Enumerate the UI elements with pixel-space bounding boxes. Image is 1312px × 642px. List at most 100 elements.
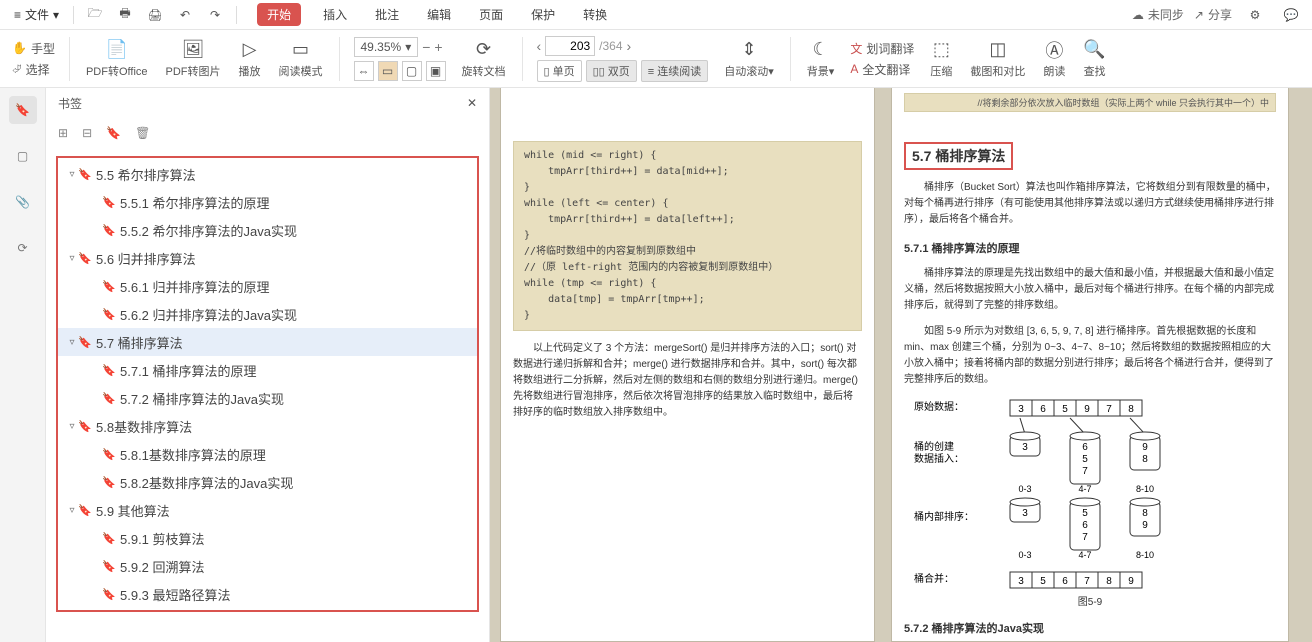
bookmark-title: 书签 bbox=[58, 95, 82, 112]
bookmark-item[interactable]: 🔖5.6.1 归并排序算法的原理 bbox=[58, 272, 477, 300]
tab-保护[interactable]: 保护 bbox=[525, 2, 561, 27]
toggle-icon[interactable]: ▿ bbox=[66, 253, 78, 264]
tab-编辑[interactable]: 编辑 bbox=[421, 2, 457, 27]
bookmark-icon: 🔖 bbox=[102, 196, 116, 209]
undo-icon[interactable]: ↶ bbox=[172, 2, 198, 28]
bookmark-label: 5.6.2 归并排序算法的Java实现 bbox=[120, 305, 297, 324]
compress[interactable]: ⬚压缩 bbox=[924, 31, 958, 87]
separator bbox=[339, 37, 340, 81]
fit-page[interactable]: ▭ bbox=[378, 61, 398, 81]
sync-status[interactable]: ☁未同步 bbox=[1132, 6, 1184, 23]
svg-text:数据插入：: 数据插入： bbox=[914, 452, 964, 465]
pdf-office-label: PDF转Office bbox=[86, 63, 148, 79]
thumbnail-tab-icon[interactable]: ▢ bbox=[9, 142, 37, 170]
file-menu[interactable]: ≡ 文件 ▾ bbox=[8, 4, 65, 25]
collapse-all-icon[interactable]: ⊟ bbox=[82, 126, 92, 140]
screenshot-compare[interactable]: ◫截图和对比 bbox=[964, 31, 1031, 87]
tab-批注[interactable]: 批注 bbox=[369, 2, 405, 27]
read-aloud[interactable]: Ⓐ朗读 bbox=[1037, 31, 1071, 87]
attachment-tab-icon[interactable]: 📎 bbox=[9, 188, 37, 216]
pdf-to-office[interactable]: 📄 PDF转Office bbox=[80, 31, 154, 87]
toggle-icon[interactable]: ▿ bbox=[66, 421, 78, 432]
bookmark-label: 5.7.1 桶排序算法的原理 bbox=[120, 361, 257, 380]
hand-tool[interactable]: ✋手型 bbox=[12, 40, 55, 57]
select-label: 选择 bbox=[26, 61, 50, 78]
read-mode[interactable]: ▭阅读模式 bbox=[273, 31, 329, 87]
figure: 原始数据：365978桶的创建数据插入：3657980-34-78-10桶内部排… bbox=[904, 396, 1276, 591]
bookmark-item[interactable]: 🔖5.8.2基数排序算法的Java实现 bbox=[58, 468, 477, 496]
background-label: 背景 bbox=[807, 66, 829, 78]
select-tool[interactable]: ⮰选择 bbox=[12, 61, 55, 78]
toggle-icon[interactable]: ▿ bbox=[66, 169, 78, 180]
prev-page-icon[interactable]: ‹ bbox=[537, 38, 542, 54]
single-page[interactable]: ▯ 单页 bbox=[537, 60, 582, 82]
save-icon[interactable]: 🖶 bbox=[112, 2, 138, 28]
page-nav: ‹ /364 › ▯ 单页 ▯▯ 双页 ≡ 连续阅读 bbox=[533, 36, 713, 82]
background[interactable]: ☾背景▾ bbox=[801, 31, 841, 87]
bookmark-item[interactable]: 🔖5.7.2 桶排序算法的Java实现 bbox=[58, 384, 477, 412]
bookmark-icon: 🔖 bbox=[102, 560, 116, 573]
tab-开始[interactable]: 开始 bbox=[257, 3, 301, 26]
bookmark-item[interactable]: 🔖 5.5.1 希尔排序算法的原理 bbox=[58, 188, 477, 216]
zoom-select[interactable]: 49.35%▾ bbox=[354, 37, 419, 57]
svg-text:9: 9 bbox=[1142, 520, 1148, 531]
cloud-tab-icon[interactable]: ⟳ bbox=[9, 234, 37, 262]
bookmark-item[interactable]: 🔖5.5.2 希尔排序算法的Java实现 bbox=[58, 216, 477, 244]
auto-scroll[interactable]: ⇕自动滚动▾ bbox=[718, 31, 780, 87]
toggle-icon[interactable]: ▿ bbox=[66, 337, 78, 348]
page-input[interactable] bbox=[545, 36, 595, 56]
document-area[interactable]: while (mid <= right) { tmpArr[third++] =… bbox=[490, 88, 1312, 642]
bookmark-item[interactable]: ▿🔖5.9 其他算法 bbox=[58, 496, 477, 524]
selection-tools: ✋手型 ⮰选择 bbox=[8, 40, 59, 78]
settings-icon[interactable]: ⚙ bbox=[1242, 2, 1268, 28]
svg-text:5: 5 bbox=[1082, 508, 1088, 519]
bookmark-item[interactable]: 🔖5.9.1 剪枝算法 bbox=[58, 524, 477, 552]
add-bookmark-icon[interactable]: 🔖 bbox=[106, 126, 121, 140]
separator bbox=[790, 37, 791, 81]
bookmark-label: 5.5 希尔排序算法 bbox=[96, 165, 196, 184]
tab-转换[interactable]: 转换 bbox=[577, 2, 613, 27]
bookmark-label: 5.5.2 希尔排序算法的Java实现 bbox=[120, 221, 297, 240]
rotate-icon: ⟳ bbox=[476, 39, 491, 61]
remove-bookmark-icon[interactable]: 🗑 bbox=[135, 126, 150, 140]
svg-text:3: 3 bbox=[1022, 508, 1028, 519]
rotate-doc[interactable]: ⟳旋转文档 bbox=[456, 31, 512, 87]
figure-label: 图5-9 bbox=[904, 593, 1276, 608]
bookmark-item[interactable]: 🔖5.8.1基数排序算法的原理 bbox=[58, 440, 477, 468]
find[interactable]: 🔍查找 bbox=[1077, 31, 1111, 87]
play-icon: ▷ bbox=[243, 39, 257, 61]
word-translate[interactable]: 文划词翻译 bbox=[850, 40, 914, 57]
print-icon[interactable]: 🖨 bbox=[142, 2, 168, 28]
share-button[interactable]: ↗分享 bbox=[1194, 6, 1232, 23]
tab-页面[interactable]: 页面 bbox=[473, 2, 509, 27]
chat-icon[interactable]: 💬 bbox=[1278, 2, 1304, 28]
pdf-to-image[interactable]: 🖼PDF转图片 bbox=[160, 31, 227, 87]
expand-all-icon[interactable]: ⊞ bbox=[58, 126, 68, 140]
actual-size[interactable]: ▢ bbox=[402, 61, 422, 81]
bookmark-item[interactable]: ▿🔖5.6 归并排序算法 bbox=[58, 244, 477, 272]
bookmark-item[interactable]: 🔖5.7.1 桶排序算法的原理 bbox=[58, 356, 477, 384]
redo-icon[interactable]: ↷ bbox=[202, 2, 228, 28]
toggle-icon[interactable]: ▿ bbox=[66, 505, 78, 516]
fit-visible[interactable]: ▣ bbox=[426, 61, 446, 81]
continuous[interactable]: ≡ 连续阅读 bbox=[641, 60, 708, 82]
open-icon[interactable]: 🗁 bbox=[82, 2, 108, 28]
bookmark-label: 5.5.1 希尔排序算法的原理 bbox=[120, 193, 270, 212]
bookmark-item[interactable]: ▿🔖5.7 桶排序算法 bbox=[58, 328, 477, 356]
bookmark-item[interactable]: ▿🔖5.5 希尔排序算法 bbox=[58, 160, 477, 188]
full-translate[interactable]: A全文翻译 bbox=[850, 61, 914, 78]
fit-width[interactable]: ⇔ bbox=[354, 61, 374, 81]
bookmark-item[interactable]: 🔖5.6.2 归并排序算法的Java实现 bbox=[58, 300, 477, 328]
play-button[interactable]: ▷播放 bbox=[233, 31, 267, 87]
next-page-icon[interactable]: › bbox=[627, 38, 632, 54]
bookmark-tab-icon[interactable]: 🔖 bbox=[9, 96, 37, 124]
tab-插入[interactable]: 插入 bbox=[317, 2, 353, 27]
word-icon: 📄 bbox=[106, 39, 128, 61]
close-icon[interactable]: ✕ bbox=[467, 96, 477, 110]
bookmark-item[interactable]: 🔖5.9.3 最短路径算法 bbox=[58, 580, 477, 608]
double-page[interactable]: ▯▯ 双页 bbox=[586, 60, 637, 82]
zoom-out-icon[interactable]: − bbox=[422, 39, 430, 55]
bookmark-item[interactable]: ▿🔖5.8基数排序算法 bbox=[58, 412, 477, 440]
zoom-in-icon[interactable]: + bbox=[434, 39, 442, 55]
bookmark-item[interactable]: 🔖5.9.2 回溯算法 bbox=[58, 552, 477, 580]
